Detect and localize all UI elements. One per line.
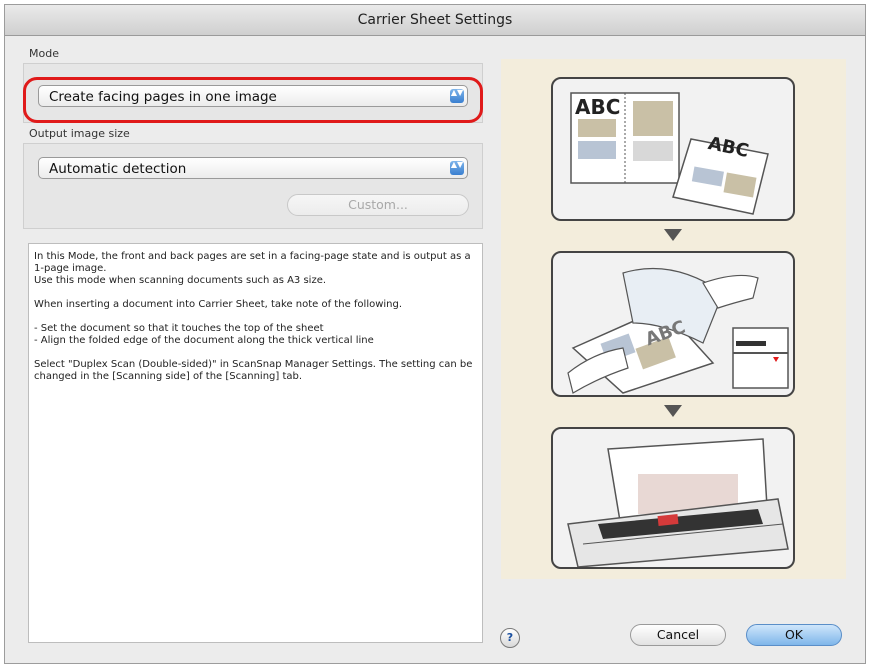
- panel1-text-left: ABC: [575, 95, 621, 119]
- illustration-panel-facing-pages: ABC ABC: [551, 77, 795, 221]
- carrier-sheet-settings-window: Carrier Sheet Settings Mode Create facin…: [4, 4, 866, 664]
- down-arrow-icon-2: [664, 405, 682, 417]
- scanner-drawing: [567, 438, 789, 567]
- output-size-label: Output image size: [29, 127, 130, 140]
- down-arrow-icon: [664, 229, 682, 241]
- window-title: Carrier Sheet Settings: [5, 5, 865, 36]
- cancel-button[interactable]: Cancel: [630, 624, 726, 646]
- mode-label: Mode: [29, 47, 59, 60]
- output-size-group: [23, 143, 483, 229]
- mode-selected-value: Create facing pages in one image: [49, 89, 277, 105]
- mode-select[interactable]: Create facing pages in one image ▲▼: [38, 85, 468, 107]
- illustration-panel-scanner: [551, 427, 795, 569]
- ok-button[interactable]: OK: [746, 624, 842, 646]
- help-button[interactable]: ?: [500, 628, 520, 648]
- output-size-select[interactable]: Automatic detection ▲▼: [38, 157, 468, 179]
- illustration-panel-insert-document: ABC: [551, 251, 795, 397]
- output-size-selected-value: Automatic detection: [49, 161, 187, 177]
- carrier-sheet-illustration: ABC ABC ABC: [501, 59, 846, 579]
- mode-description: In this Mode, the front and back pages a…: [28, 243, 483, 643]
- output-size-stepper-icon: ▲▼: [450, 161, 464, 175]
- mode-stepper-icon: ▲▼: [450, 89, 464, 103]
- custom-button[interactable]: Custom...: [287, 194, 469, 216]
